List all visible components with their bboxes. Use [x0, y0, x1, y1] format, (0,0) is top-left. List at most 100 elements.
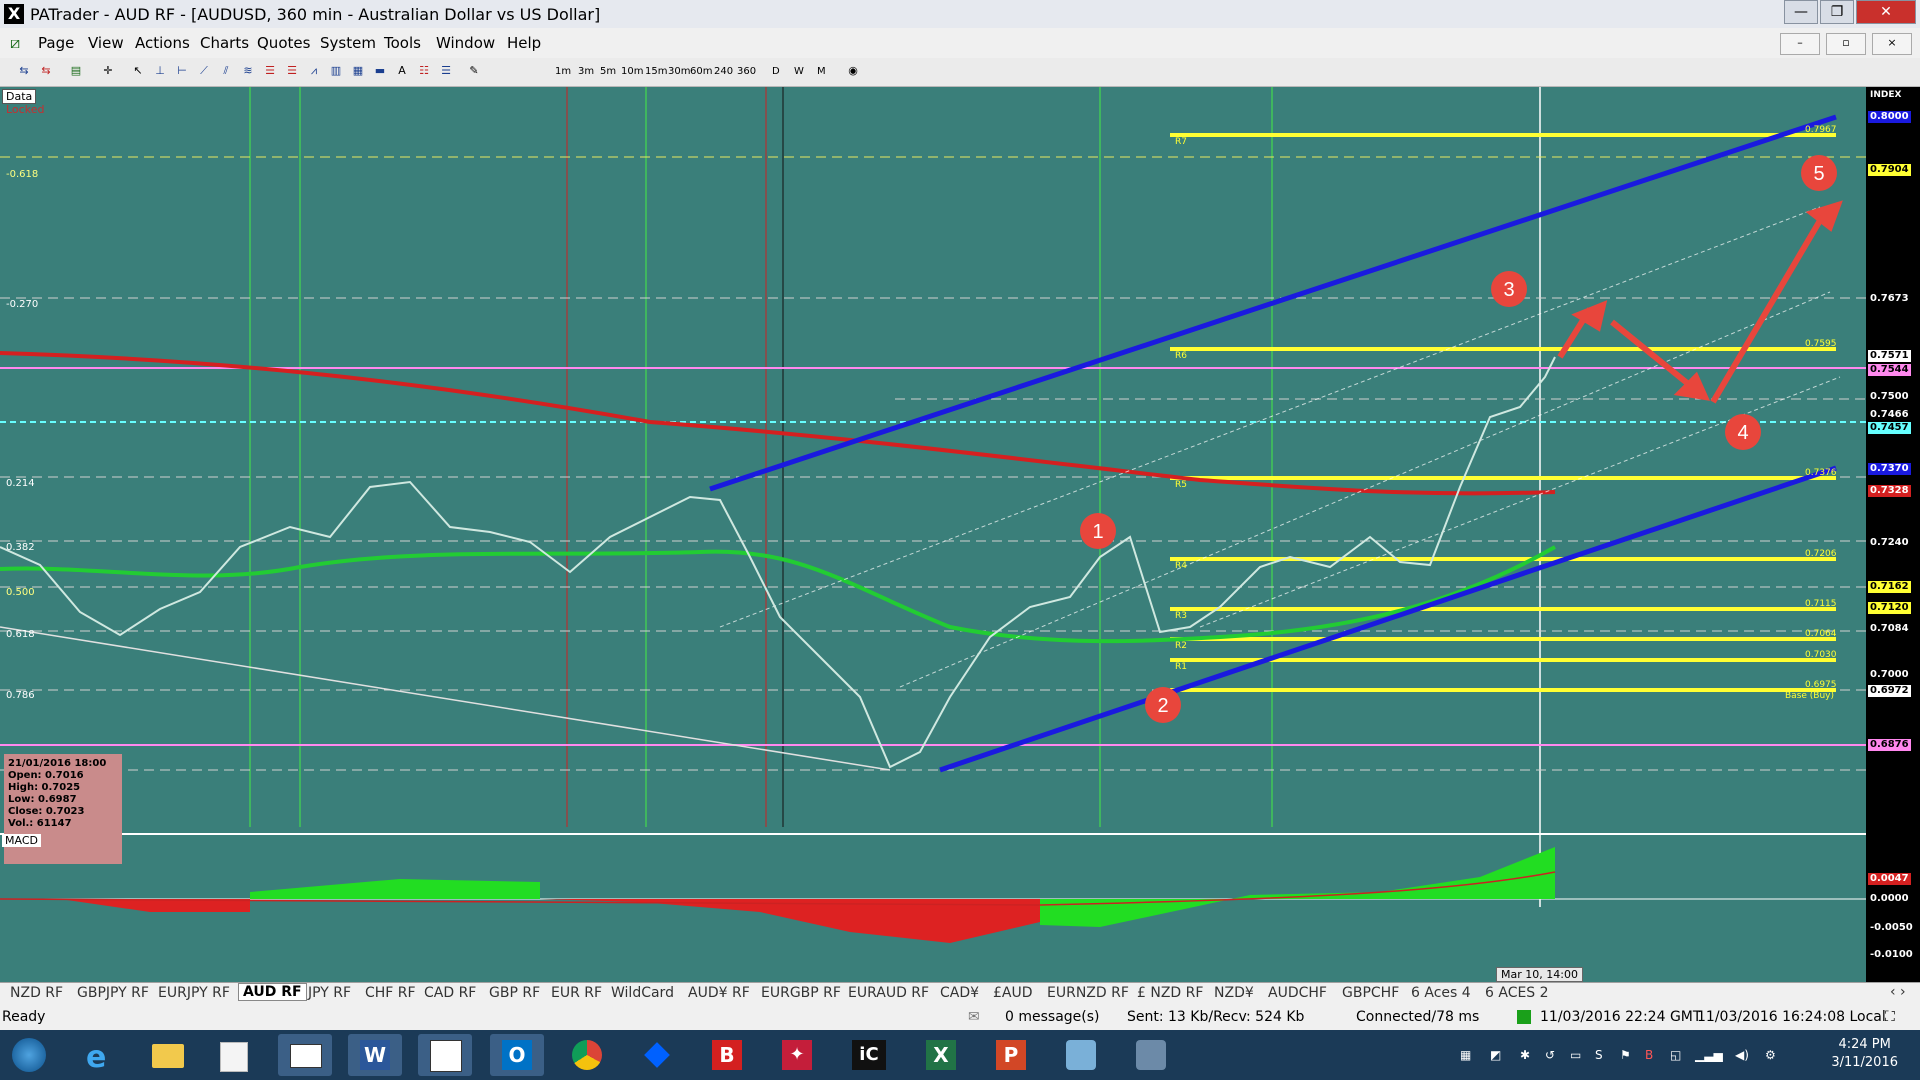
volume-icon[interactable]: ◀) — [1735, 1048, 1749, 1062]
mail-icon[interactable]: ✉ — [968, 1009, 980, 1025]
text-icon[interactable]: A — [394, 64, 410, 78]
powerpoint-icon[interactable]: P — [984, 1034, 1038, 1076]
tab-audjpy-rf[interactable]: AUD¥ RF — [688, 985, 750, 1001]
pivot-icon[interactable]: ☷ — [416, 64, 432, 78]
tab-cad-rf[interactable]: CAD RF — [424, 985, 476, 1001]
file-explorer-icon[interactable] — [140, 1034, 194, 1076]
horizontal-line-icon[interactable]: ⊥ — [152, 64, 168, 78]
window-icon[interactable] — [278, 1034, 332, 1076]
users-icon[interactable] — [1124, 1034, 1178, 1076]
mdi-close-button[interactable]: × — [1872, 33, 1912, 55]
battery-icon[interactable]: ▭ — [1570, 1048, 1581, 1062]
chrome-icon[interactable] — [560, 1034, 614, 1076]
price-chart[interactable]: 1 2 3 4 5 Data Locked -0.618 -0.270 0.21… — [0, 87, 1920, 982]
tab-eurnzd-rf[interactable]: EURNZD RF — [1047, 985, 1129, 1001]
word-icon[interactable]: W — [348, 1034, 402, 1076]
gann-icon[interactable]: ▥ — [328, 64, 344, 78]
skype-icon[interactable]: S — [1595, 1048, 1603, 1062]
crosshair-icon[interactable]: ✛ — [100, 64, 116, 78]
tab-audchf[interactable]: AUDCHF — [1268, 985, 1327, 1001]
tools-icon[interactable] — [1054, 1034, 1108, 1076]
timeframe-360[interactable]: 360 — [737, 66, 756, 77]
menu-tools[interactable]: Tools — [384, 34, 421, 52]
fib-retracement-icon[interactable]: ☰ — [262, 64, 278, 78]
chart-canvas[interactable]: 1 2 3 4 5 — [0, 87, 1866, 982]
action-center-icon[interactable]: ◱ — [1670, 1048, 1681, 1062]
sync-icon[interactable]: ↺ — [1545, 1048, 1555, 1062]
tab-eur-rf[interactable]: EUR RF — [551, 985, 602, 1001]
tab-aud-rf[interactable]: AUD RF — [238, 983, 307, 1001]
bluetooth-icon[interactable]: ✱ — [1520, 1048, 1530, 1062]
levels-icon[interactable]: ☰ — [438, 64, 454, 78]
start-button[interactable] — [0, 1034, 58, 1076]
ic-markets-icon[interactable]: iC — [842, 1034, 896, 1076]
lock-icon[interactable]: ⛶ — [1885, 1009, 1895, 1025]
minimize-button[interactable]: — — [1784, 0, 1818, 24]
tab-gbpaud[interactable]: £AUD — [993, 985, 1033, 1001]
clock-icon[interactable]: ◉ — [845, 64, 861, 78]
chart-icon[interactable]: ⧄ — [10, 33, 20, 53]
mdi-restore-button[interactable]: ▫ — [1826, 33, 1866, 55]
tab-scroll-icon[interactable]: ‹ › — [1890, 984, 1906, 1000]
patrader-icon[interactable] — [418, 1034, 472, 1076]
tab-gbpjpy-rf[interactable]: GBPJPY RF — [77, 985, 149, 1001]
pen-icon[interactable]: ✎ — [466, 64, 482, 78]
timeframe-5m[interactable]: 5m — [600, 66, 616, 77]
close-button[interactable]: ✕ — [1856, 0, 1916, 24]
windows-tray-icon[interactable]: ▦ — [1460, 1048, 1471, 1062]
b-tray-icon[interactable]: B — [1645, 1048, 1653, 1062]
broker-icon[interactable]: ✦ — [770, 1034, 824, 1076]
tab-cadjpy[interactable]: CAD¥ — [940, 985, 979, 1001]
menu-help[interactable]: Help — [507, 34, 541, 52]
cycle-icon[interactable]: ▦ — [350, 64, 366, 78]
timeframe-240[interactable]: 240 — [714, 66, 733, 77]
outlook-icon[interactable]: O — [490, 1034, 544, 1076]
timeframe-monthly[interactable]: M — [817, 66, 826, 77]
tab-nzd-rf[interactable]: NZD RF — [10, 985, 63, 1001]
tab-gbpnzd-rf[interactable]: £ NZD RF — [1137, 985, 1203, 1001]
tab-euraud-rf[interactable]: EURAUD RF — [848, 985, 929, 1001]
timeframe-10m[interactable]: 10m — [621, 66, 643, 77]
trend-line-icon[interactable]: ⟋ — [196, 64, 212, 78]
timeframe-15m[interactable]: 15m — [645, 66, 667, 77]
settings-icon[interactable]: ⚙ — [1765, 1048, 1776, 1062]
b-app-icon[interactable]: B — [700, 1034, 754, 1076]
tab-gbpchf[interactable]: GBPCHF — [1342, 985, 1399, 1001]
menu-quotes[interactable]: Quotes — [257, 34, 310, 52]
menu-system[interactable]: System — [320, 34, 376, 52]
internet-explorer-icon[interactable]: e — [74, 1034, 128, 1076]
excel-icon[interactable]: X — [914, 1034, 968, 1076]
fib-extension-icon[interactable]: ☰ — [284, 64, 300, 78]
timeframe-weekly[interactable]: W — [794, 66, 804, 77]
app-icon[interactable]: X — [4, 4, 24, 24]
calendar-icon[interactable] — [206, 1034, 260, 1076]
timeframe-daily[interactable]: D — [772, 66, 780, 77]
connect-icon[interactable]: ⇆ — [16, 64, 32, 78]
timeframe-1m[interactable]: 1m — [555, 66, 571, 77]
price-axis[interactable] — [1866, 87, 1920, 982]
menu-view[interactable]: View — [88, 34, 124, 52]
timeframe-60m[interactable]: 60m — [690, 66, 712, 77]
outlook-tray-icon[interactable]: ◩ — [1490, 1048, 1501, 1062]
taskbar-clock[interactable]: 4:24 PM 3/11/2016 — [1831, 1036, 1898, 1072]
menu-page[interactable]: Page — [38, 34, 74, 52]
tab-wildcard[interactable]: WildCard — [611, 985, 674, 1001]
menu-actions[interactable]: Actions — [135, 34, 190, 52]
tab-gbp-rf[interactable]: GBP RF — [489, 985, 540, 1001]
pointer-icon[interactable]: ↖ — [130, 64, 146, 78]
menu-charts[interactable]: Charts — [200, 34, 249, 52]
dropbox-icon[interactable] — [630, 1034, 684, 1076]
fibonacci-icon[interactable]: ≋ — [240, 64, 256, 78]
mdi-minimize-button[interactable]: – — [1780, 33, 1820, 55]
timeframe-30m[interactable]: 30m — [668, 66, 690, 77]
tab-6-aces-2[interactable]: 6 ACES 2 — [1485, 985, 1549, 1001]
network-icon[interactable]: ▁▃▅ — [1695, 1048, 1723, 1062]
fan-icon[interactable]: ⩘ — [306, 64, 322, 78]
new-chart-icon[interactable]: ▤ — [68, 64, 84, 78]
timeframe-3m[interactable]: 3m — [578, 66, 594, 77]
maximize-button[interactable]: ❐ — [1820, 0, 1854, 24]
tab-6-aces-4[interactable]: 6 Aces 4 — [1411, 985, 1471, 1001]
tab-chf-rf[interactable]: CHF RF — [365, 985, 416, 1001]
tab-eurgbp-rf[interactable]: EURGBP RF — [761, 985, 841, 1001]
tab-nzdjpy[interactable]: NZD¥ — [1214, 985, 1254, 1001]
